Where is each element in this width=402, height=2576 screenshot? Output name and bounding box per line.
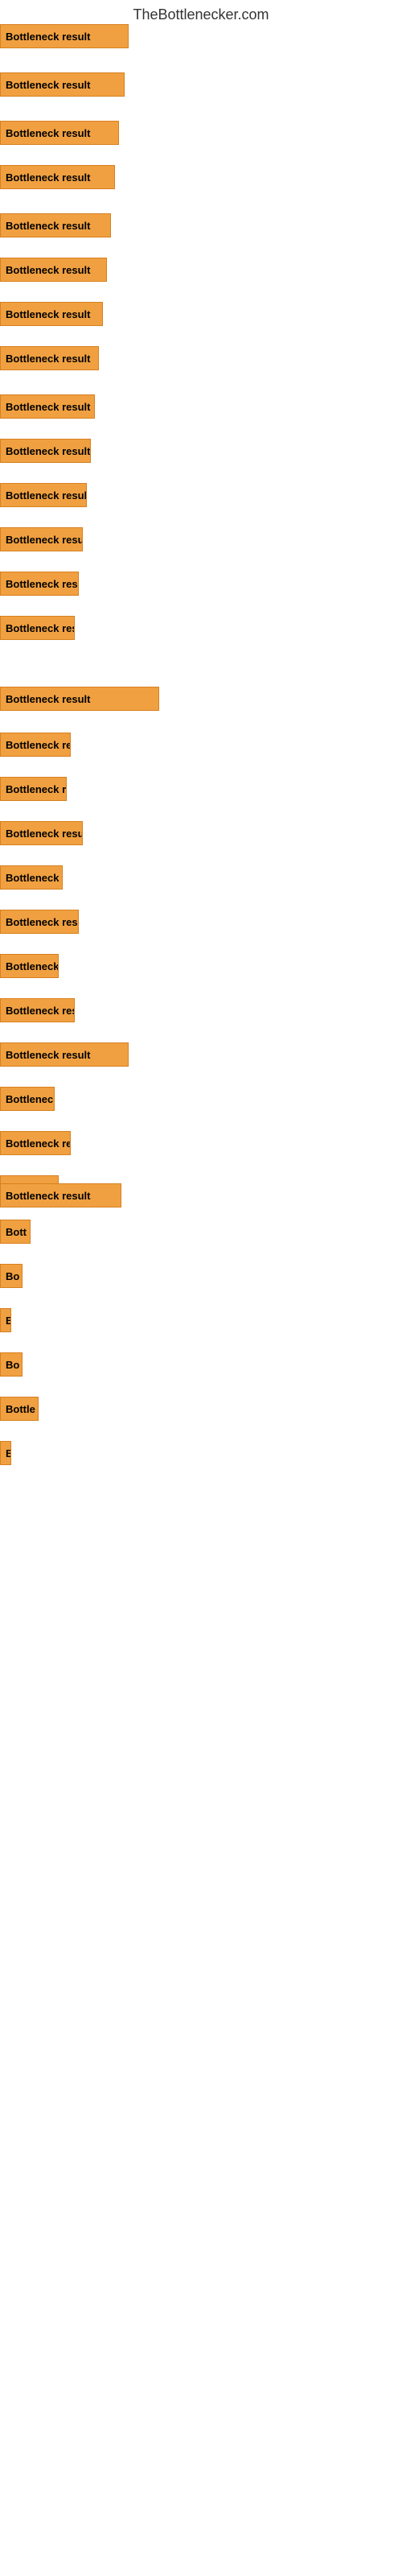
bottleneck-bar: Bo <box>0 1352 23 1377</box>
bottleneck-bar: Bottleneck result <box>0 346 99 370</box>
bottleneck-bar: Bottleneck result <box>0 687 159 711</box>
bottleneck-bar: Bottleneck result <box>0 954 59 978</box>
bottleneck-bar: Bottleneck result <box>0 302 103 326</box>
bottleneck-bar: Bottleneck result <box>0 733 71 757</box>
bottleneck-bar: Bottleneck re <box>0 1131 71 1155</box>
bottleneck-bar: Bottleneck result <box>0 24 129 48</box>
bottleneck-bar: Bottleneck result <box>0 572 79 596</box>
bottleneck-bar: Bottleneck result <box>0 394 95 419</box>
bottleneck-bar: Bottleneck <box>0 1087 55 1111</box>
bottleneck-bar: Bottleneck result <box>0 483 87 507</box>
bottleneck-bar: Bott <box>0 1220 31 1244</box>
bottleneck-bar: Bottleneck result <box>0 258 107 282</box>
bottleneck-bar: Bottleneck result <box>0 1183 121 1208</box>
bottleneck-bar: Bottleneck result <box>0 616 75 640</box>
bottleneck-bar: Bottleneck result <box>0 1042 129 1067</box>
bottleneck-bar: Bottleneck result <box>0 865 63 890</box>
bottleneck-bar: Bottleneck result <box>0 998 75 1022</box>
bottleneck-bar: Bottleneck result <box>0 821 83 845</box>
site-title: TheBottlenecker.com <box>0 0 402 27</box>
bottleneck-bar: Bottleneck result <box>0 439 91 463</box>
bottleneck-bar: B <box>0 1441 11 1465</box>
bottleneck-bar: Bottleneck result <box>0 527 83 551</box>
bottleneck-bar: Bottleneck result <box>0 777 67 801</box>
bottleneck-bar: Bottleneck result <box>0 121 119 145</box>
bottleneck-bar: Bottleneck result <box>0 910 79 934</box>
bottleneck-bar: Bo <box>0 1264 23 1288</box>
bottleneck-bar: Bottle <box>0 1397 39 1421</box>
bottleneck-bar: Bottleneck result <box>0 213 111 237</box>
bottleneck-bar: Bottleneck result <box>0 165 115 189</box>
bottleneck-bar: B <box>0 1308 11 1332</box>
bottleneck-bar: Bottleneck result <box>0 72 125 97</box>
